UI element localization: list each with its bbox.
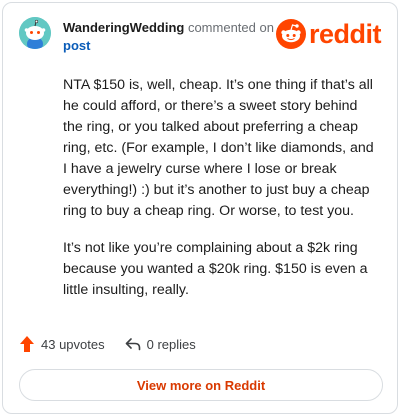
comment-body: NTA $150 is, well, cheap. It’s one thing… [63,75,381,317]
comment-paragraph: NTA $150 is, well, cheap. It’s one thing… [63,77,374,219]
view-more-button[interactable]: View more on Reddit [19,369,383,401]
comment-actions: 43 upvotes 0 replies [19,335,216,353]
username[interactable]: WanderingWedding [63,20,184,35]
reply-count: 0 replies [146,336,196,352]
comment-paragraph: It’s not like you’re complaining about a… [63,240,368,298]
snoo-avatar-icon[interactable] [19,17,51,49]
reddit-logo[interactable]: reddit [275,19,382,49]
action-text: commented on [187,20,274,35]
upvote-button[interactable]: 43 upvotes [19,335,105,353]
reply-button[interactable]: 0 replies [125,336,196,352]
reddit-wordmark: reddit [308,19,382,49]
comment-header: WanderingWedding commented on post [63,19,278,55]
reddit-snoo-icon [275,19,306,49]
post-link[interactable]: post [63,38,90,53]
upvote-count: 43 upvotes [41,336,105,352]
embed-card: WanderingWedding commented on post reddi… [2,2,398,414]
reply-arrow-icon [125,338,140,351]
upvote-arrow-icon [20,336,34,352]
